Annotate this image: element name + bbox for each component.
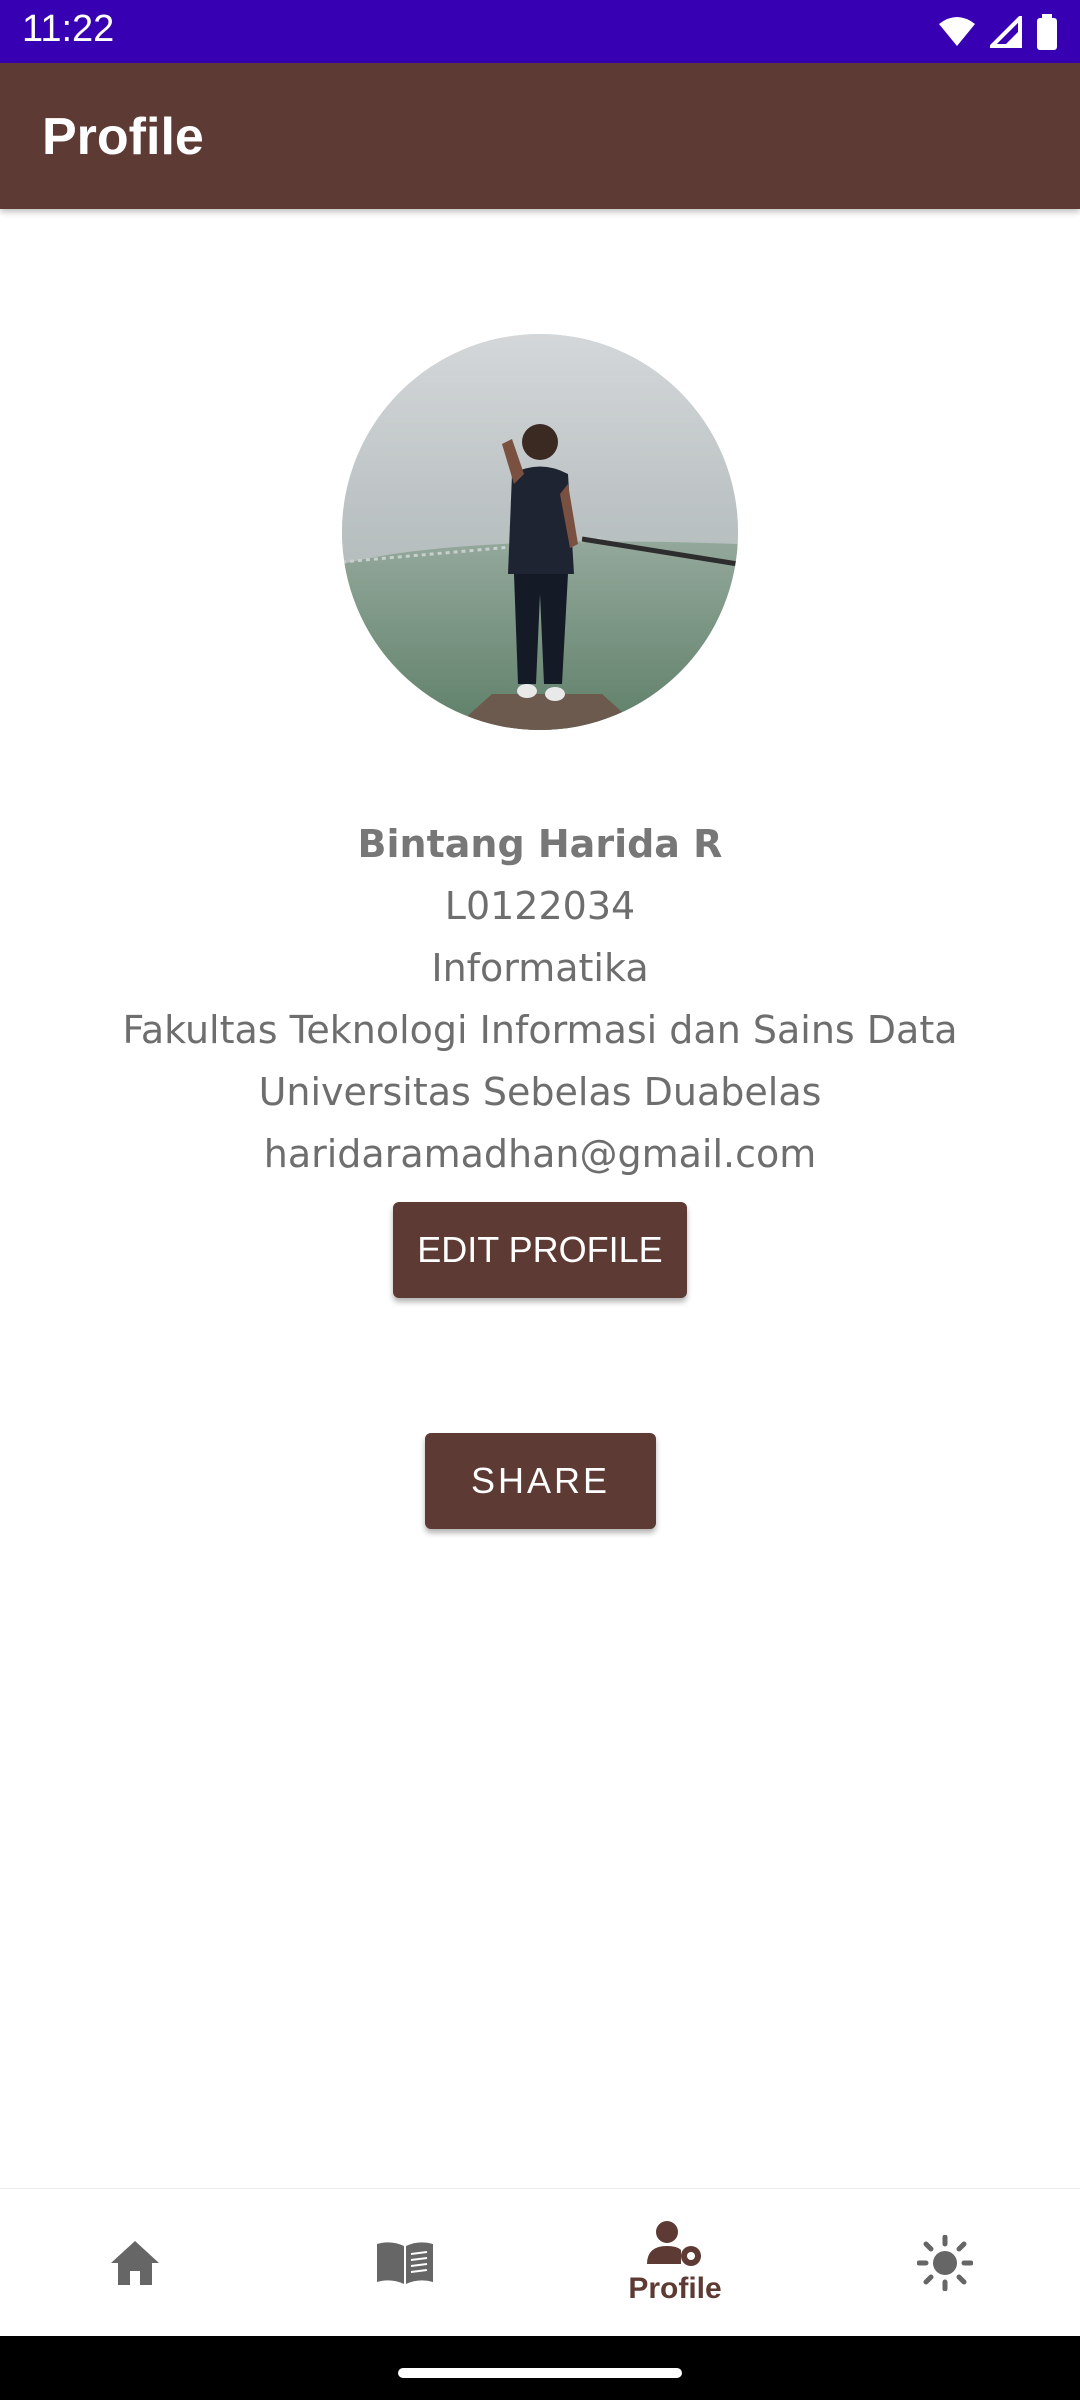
nav-item-theme[interactable] [810,2189,1080,2337]
nav-item-book[interactable] [270,2189,540,2337]
page-title: Profile [42,108,204,166]
home-icon [111,2241,159,2285]
home-gesture-handle[interactable] [398,2368,682,2378]
profile-photo [342,334,738,730]
profile-faculty: Fakultas Teknologi Informasi dan Sains D… [122,1008,958,1052]
nav-item-home[interactable] [0,2189,270,2337]
status-time: 11:22 [22,8,115,50]
wifi-icon [939,17,975,46]
edit-profile-button[interactable]: EDIT PROFILE [393,1202,687,1298]
profile-settings-icon [647,2221,701,2266]
profile-name: Bintang Harida R [357,822,723,866]
brightness-icon [917,2235,973,2291]
battery-icon [1037,14,1057,50]
avatar [342,334,738,730]
share-button[interactable]: SHARE [425,1433,656,1529]
nav-item-profile[interactable]: Profile [540,2189,810,2337]
gesture-navigation-bar [0,2336,1080,2400]
bottom-navigation: Profile [0,2188,1080,2337]
book-icon [377,2242,433,2284]
nav-item-label: Profile [628,2272,722,2305]
profile-email: haridaramadhan@gmail.com [263,1132,817,1176]
signal-icon [990,16,1022,48]
app-bar: Profile [0,63,1080,209]
status-icons [938,12,1058,52]
profile-university: Universitas Sebelas Duabelas [258,1070,822,1114]
profile-nim: L0122034 [444,884,636,928]
status-bar: 11:22 [0,0,1080,63]
profile-major: Informatika [431,946,649,990]
